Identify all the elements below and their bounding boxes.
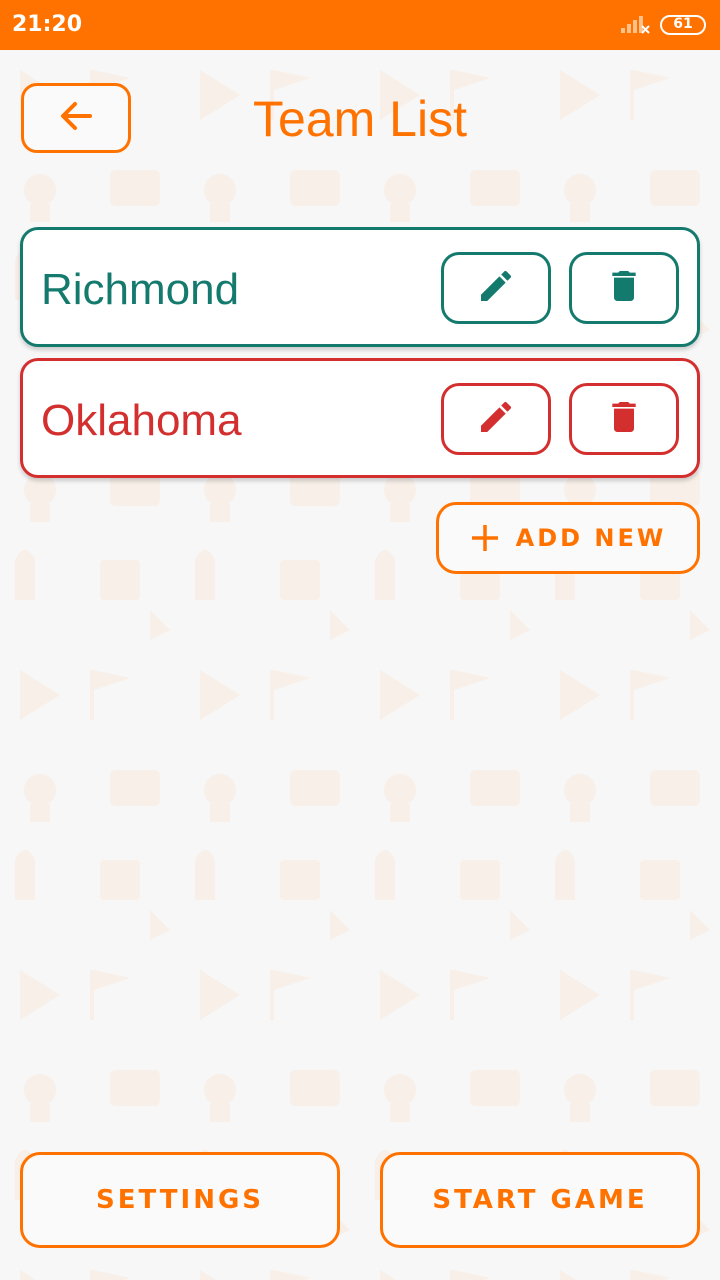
delete-team-button[interactable] [569, 383, 679, 455]
pencil-icon [476, 397, 516, 442]
status-bar: 21:20 61 [0, 0, 720, 50]
settings-label: SETTINGS [95, 1185, 265, 1215]
team-row-oklahoma: Oklahoma [20, 358, 700, 478]
start-game-button[interactable]: START GAME [380, 1152, 700, 1248]
trash-icon [604, 397, 644, 442]
battery-indicator: 61 [660, 15, 706, 35]
page-title: Team List [253, 91, 467, 147]
status-time: 21:20 [12, 12, 83, 37]
team-row-richmond: Richmond [20, 227, 700, 347]
plus-icon [470, 523, 500, 553]
battery-level: 61 [673, 16, 693, 32]
trash-icon [604, 266, 644, 311]
settings-button[interactable]: SETTINGS [20, 1152, 340, 1248]
delete-team-button[interactable] [569, 252, 679, 324]
add-new-team-button[interactable]: ADD NEW [436, 502, 700, 574]
team-name: Oklahoma [41, 396, 242, 445]
edit-team-button[interactable] [441, 252, 551, 324]
team-name: Richmond [41, 265, 240, 314]
start-game-label: START GAME [432, 1185, 648, 1215]
arrow-left-icon [56, 96, 96, 141]
back-button[interactable] [21, 83, 131, 153]
signal-icon [620, 14, 650, 39]
pencil-icon [476, 266, 516, 311]
add-new-label: ADD NEW [515, 524, 667, 552]
edit-team-button[interactable] [441, 383, 551, 455]
